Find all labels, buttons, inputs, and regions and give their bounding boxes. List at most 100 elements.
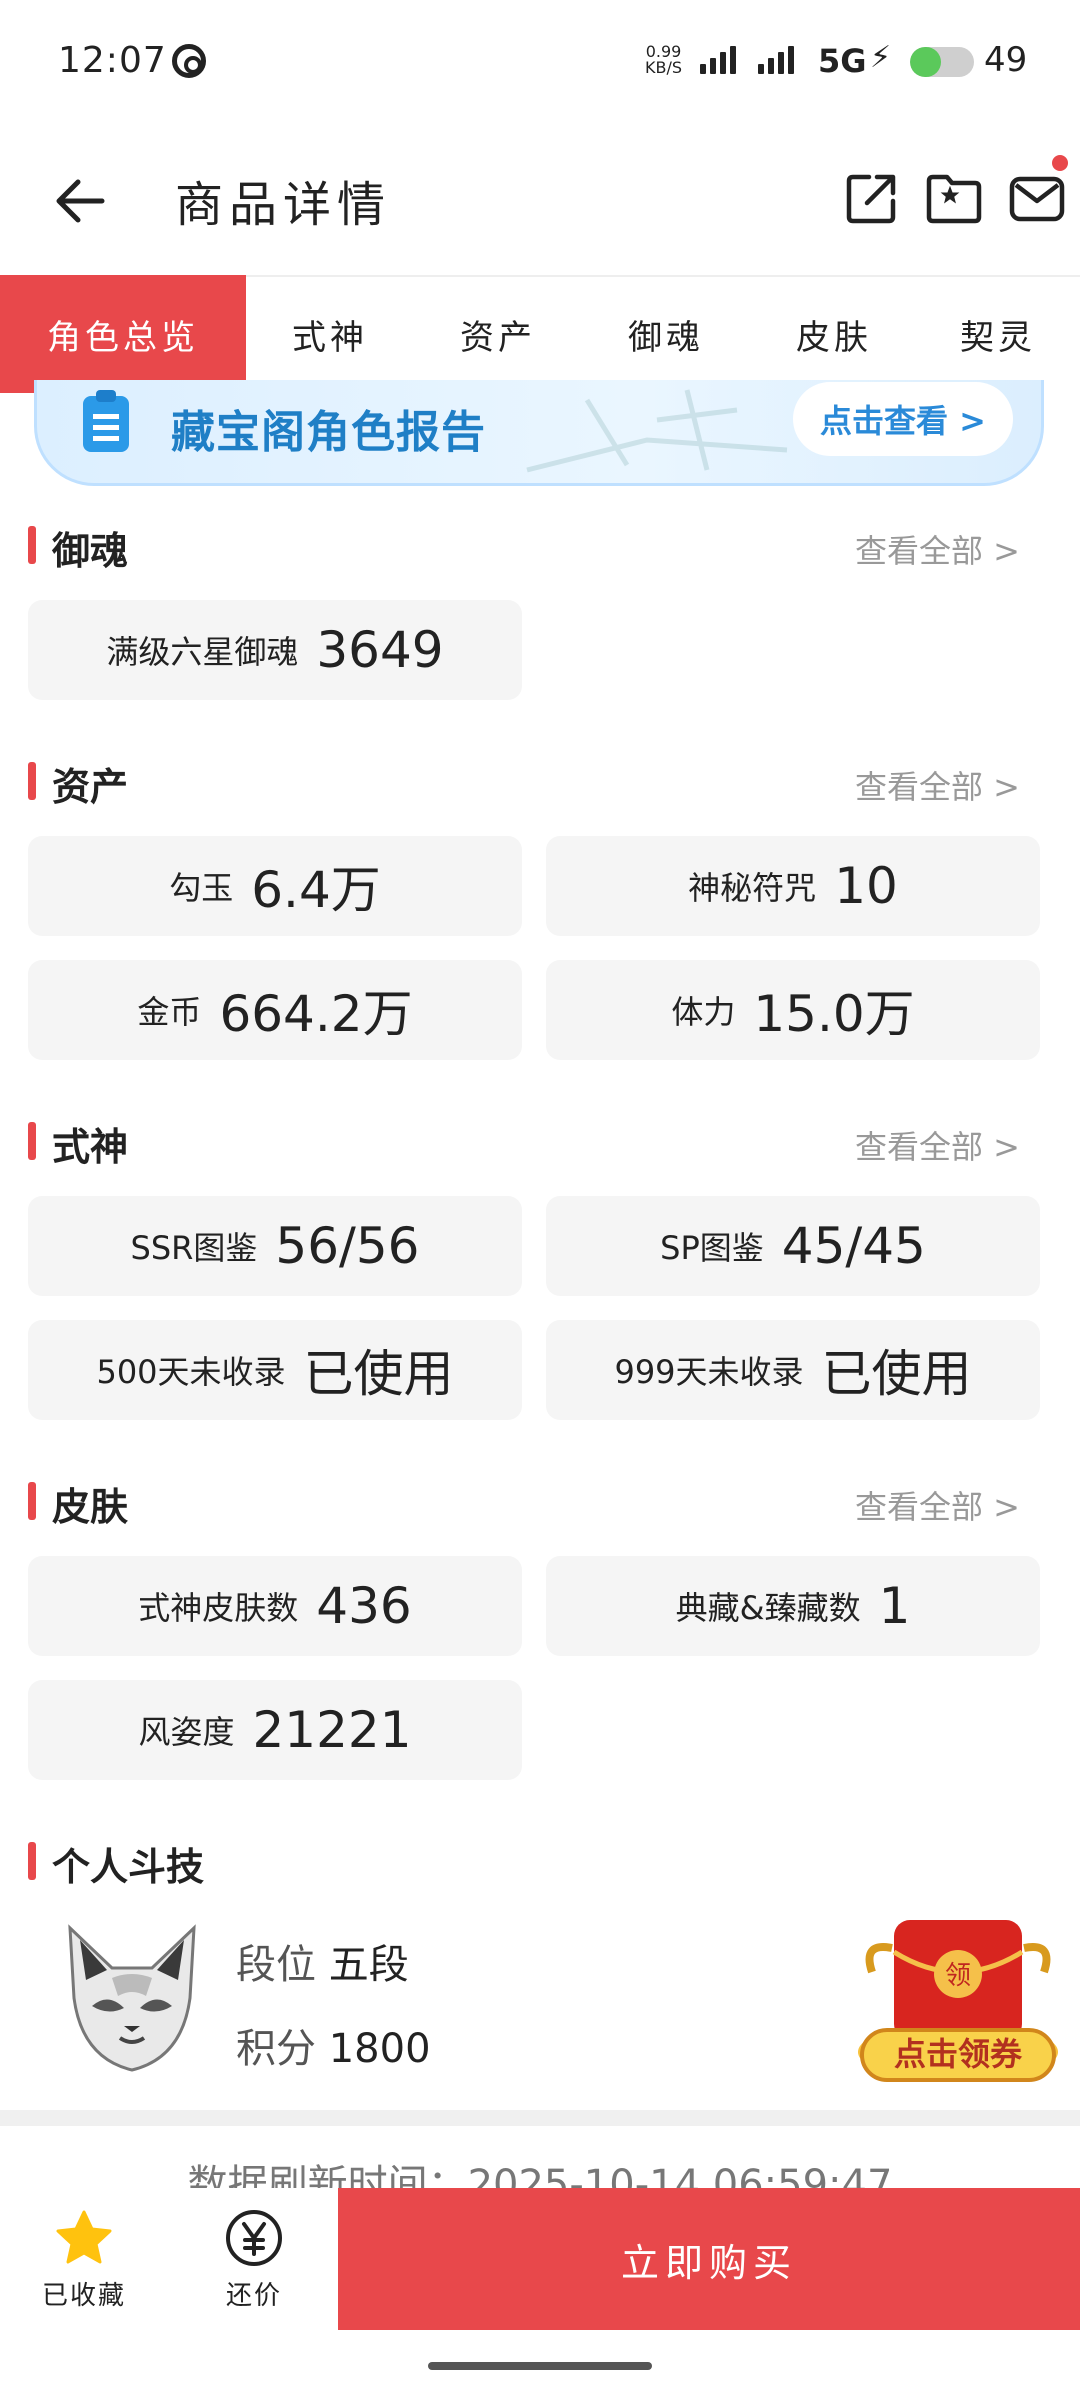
favorite-folder-icon[interactable]	[925, 169, 983, 227]
stat-card: 式神皮肤数 436	[28, 1556, 522, 1656]
tab-skins[interactable]: 皮肤	[750, 275, 918, 393]
stat-label: 500天未收录	[96, 1353, 286, 1391]
section-title: 式神	[52, 1125, 129, 1169]
stat-value: 3649	[316, 621, 444, 679]
stat-label: 典藏&臻藏数	[675, 1589, 861, 1627]
tab-assets[interactable]: 资产	[414, 275, 582, 393]
clipboard-icon	[83, 390, 129, 452]
stat-card: 神秘符咒 10	[546, 836, 1040, 936]
view-all-link[interactable]: 查看全部 >	[855, 762, 1020, 808]
stat-card: 500天未收录 已使用	[28, 1320, 522, 1420]
section-header-shikigami: 式神 查看全部 >	[28, 1116, 1068, 1169]
section-marker	[28, 762, 36, 800]
stat-label: 神秘符咒	[688, 869, 817, 907]
tab-qiling[interactable]: 契灵	[918, 275, 1078, 393]
yen-icon	[226, 2210, 282, 2266]
stat-card: 999天未收录 已使用	[546, 1320, 1040, 1420]
stat-value: 已使用	[821, 1345, 972, 1403]
stat-card: 金币 664.2万	[28, 960, 522, 1060]
coupon-text: 点击领券	[894, 2035, 1023, 2073]
speed-unit: KB/S	[645, 58, 683, 77]
back-arrow-icon[interactable]	[52, 173, 108, 229]
view-all-link[interactable]: 查看全部 >	[855, 526, 1020, 572]
tab-bar: 角色总览 式神 资产 御魂 皮肤 契灵	[0, 275, 1080, 393]
stat-label: 式神皮肤数	[138, 1589, 299, 1627]
tab-yuhun[interactable]: 御魂	[582, 275, 750, 393]
home-indicator[interactable]	[428, 2362, 652, 2370]
section-marker	[28, 1842, 36, 1880]
bottom-bar: 已收藏 还价 立即购买	[0, 2188, 1080, 2400]
stat-label: SSR图鉴	[130, 1229, 258, 1267]
stat-value: 45/45	[781, 1217, 926, 1275]
report-banner[interactable]: 藏宝阁角色报告 点击查看 >	[34, 380, 1044, 486]
red-envelope-icon: 领 点击领券	[858, 1920, 1058, 2082]
stat-label: 风姿度	[138, 1713, 235, 1751]
network-speed: 0.99 KB/S	[645, 44, 682, 76]
bamboo-decoration	[526, 389, 788, 473]
coupon-badge-text: 领	[945, 1961, 971, 1991]
buy-now-button[interactable]: 立即购买	[338, 2188, 1080, 2330]
rank-row: 段位 五段	[236, 1932, 409, 1990]
page-title: 商品详情	[175, 177, 392, 233]
view-report-button[interactable]: 点击查看 >	[793, 382, 1013, 456]
notification-icon	[172, 44, 206, 78]
score-value: 1800	[328, 2026, 431, 2072]
tab-overview[interactable]: 角色总览	[0, 275, 246, 393]
section-header-yuhun: 御魂 查看全部 >	[28, 520, 1068, 573]
fox-mask-avatar	[68, 1924, 196, 2072]
section-marker	[28, 526, 36, 564]
stat-value: 664.2万	[219, 985, 413, 1043]
charging-icon: ⚡	[870, 40, 892, 75]
score-row: 积分 1800	[236, 2016, 431, 2074]
stat-card: 满级六星御魂 3649	[28, 600, 522, 700]
banner-title: 藏宝阁角色报告	[171, 407, 486, 458]
stat-label: 金币	[137, 993, 202, 1031]
refresh-time: 数据刷新时间：2025-10-14 06:59:47	[187, 2162, 893, 2188]
stat-label: 满级六星御魂	[106, 633, 299, 671]
favorite-label: 已收藏	[41, 2281, 126, 2311]
stat-label: 体力	[671, 993, 736, 1031]
stat-value: 436	[316, 1577, 412, 1635]
section-marker	[28, 1482, 36, 1520]
battery-icon	[910, 47, 974, 77]
share-icon[interactable]	[843, 169, 901, 227]
rank-value: 五段	[328, 1942, 409, 1988]
stat-card: 体力 15.0万	[546, 960, 1040, 1060]
stat-label: SP图鉴	[660, 1229, 764, 1267]
section-header-skins: 皮肤 查看全部 >	[28, 1476, 1068, 1529]
coupon-widget[interactable]: 领 点击领券	[852, 1912, 1064, 2092]
stat-value: 21221	[252, 1701, 412, 1759]
network-type: 5G	[818, 42, 867, 80]
message-icon[interactable]	[1008, 169, 1066, 227]
status-time: 12:07	[58, 40, 167, 81]
stat-label: 999天未收录	[614, 1353, 804, 1391]
score-label: 积分	[236, 2026, 316, 2072]
tab-shikigami[interactable]: 式神	[246, 275, 414, 393]
section-marker	[28, 1122, 36, 1160]
bargain-label: 还价	[225, 2281, 282, 2311]
stat-value: 15.0万	[753, 985, 915, 1043]
view-all-link[interactable]: 查看全部 >	[855, 1482, 1020, 1528]
stat-label: 勾玉	[169, 869, 234, 907]
section-divider	[0, 2110, 1080, 2126]
bargain-button[interactable]: 还价	[194, 2208, 314, 2312]
battery-level: 49	[984, 40, 1028, 80]
app-header: 商品详情	[0, 125, 1080, 277]
view-all-link[interactable]: 查看全部 >	[855, 1122, 1020, 1168]
section-title: 御魂	[52, 529, 129, 573]
stat-card: 风姿度 21221	[28, 1680, 522, 1780]
section-header-assets: 资产 查看全部 >	[28, 756, 1068, 809]
stat-card: 典藏&臻藏数 1	[546, 1556, 1040, 1656]
stat-card: SSR图鉴 56/56	[28, 1196, 522, 1296]
section-title: 资产	[52, 765, 129, 809]
unread-dot	[1052, 155, 1068, 171]
favorite-button[interactable]: 已收藏	[24, 2208, 144, 2312]
signal-icon	[700, 46, 736, 74]
signal-icon-2	[758, 46, 794, 74]
section-header-pvp: 个人斗技	[28, 1836, 1068, 1889]
star-icon	[56, 2210, 112, 2264]
stat-card: 勾玉 6.4万	[28, 836, 522, 936]
rank-label: 段位	[236, 1942, 316, 1988]
stat-value: 已使用	[303, 1345, 454, 1403]
status-bar: 12:07 0.99 KB/S 5G ⚡ 49	[0, 0, 1080, 125]
